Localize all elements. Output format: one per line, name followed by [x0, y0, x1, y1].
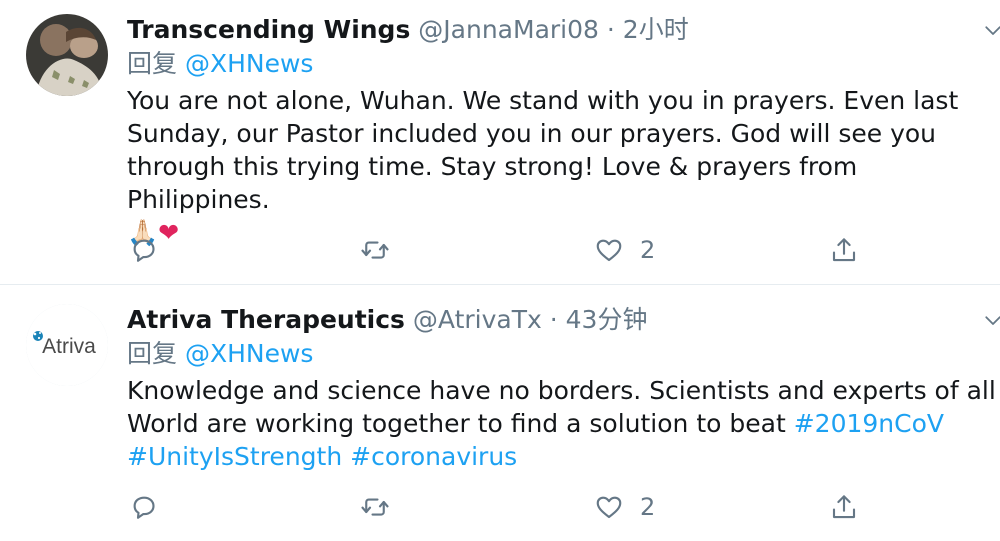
reply-prefix: 回复	[127, 339, 178, 368]
chevron-down-icon[interactable]	[984, 22, 1000, 40]
retweet-button[interactable]	[360, 490, 390, 524]
reply-button[interactable]	[129, 490, 159, 524]
tweet[interactable]: Atriva Atriva Therapeutics @AtrivaTx · 4…	[0, 285, 1000, 541]
user-handle[interactable]: @AtrivaTx	[413, 305, 542, 334]
heart-icon	[596, 239, 622, 262]
reply-icon	[133, 239, 155, 262]
reply-prefix: 回复	[127, 49, 178, 78]
share-button[interactable]	[829, 490, 859, 524]
retweet-icon	[361, 241, 389, 259]
user-handle[interactable]: @JannaMari08	[418, 15, 599, 44]
reply-button[interactable]	[129, 233, 159, 267]
avatar[interactable]: Atriva	[26, 304, 108, 386]
tweet-timestamp[interactable]: 2小时	[623, 15, 689, 44]
chevron-down-icon[interactable]	[984, 312, 1000, 330]
like-button[interactable]: 2	[594, 233, 655, 267]
heart-icon	[596, 496, 622, 519]
tweet-text: Knowledge and science have no borders. S…	[127, 374, 1000, 473]
reply-icon	[133, 496, 155, 519]
share-icon	[832, 238, 856, 262]
tweet[interactable]: Transcending Wings @JannaMari08 · 2小时 回复…	[0, 0, 1000, 284]
separator-dot: ·	[606, 15, 615, 44]
tweet-timestamp[interactable]: 43分钟	[566, 305, 648, 334]
separator-dot: ·	[549, 305, 558, 334]
tweet-actions: 2	[127, 233, 887, 267]
share-icon	[832, 495, 856, 519]
hashtag-link[interactable]: #coronavirus	[350, 442, 517, 471]
tweet-header: Atriva Therapeutics @AtrivaTx · 43分钟	[127, 304, 647, 336]
avatar-logo-text: Atriva	[42, 335, 96, 358]
reply-context: 回复 @XHNews	[127, 48, 313, 80]
share-button[interactable]	[829, 233, 859, 267]
retweet-button[interactable]	[360, 233, 390, 267]
reply-mention-link[interactable]: @XHNews	[185, 339, 313, 368]
atriva-logo: Atriva	[26, 304, 108, 386]
like-button[interactable]: 2	[594, 490, 655, 524]
hashtag-link[interactable]: #2019nCoV	[794, 409, 944, 438]
tweet-body: You are not alone, Wuhan. We stand with …	[127, 86, 959, 214]
reply-context: 回复 @XHNews	[127, 338, 313, 370]
display-name[interactable]: Atriva Therapeutics	[127, 305, 405, 334]
like-count: 2	[640, 493, 656, 521]
tweet-actions: 2	[127, 490, 887, 524]
avatar[interactable]	[26, 14, 108, 96]
like-count: 2	[640, 236, 656, 264]
display-name[interactable]: Transcending Wings	[127, 15, 410, 44]
tweet-header: Transcending Wings @JannaMari08 · 2小时	[127, 14, 689, 46]
tweet-text: You are not alone, Wuhan. We stand with …	[127, 84, 1000, 249]
reply-mention-link[interactable]: @XHNews	[185, 49, 313, 78]
retweet-icon	[361, 498, 389, 516]
hashtag-link[interactable]: #UnityIsStrength	[127, 442, 342, 471]
